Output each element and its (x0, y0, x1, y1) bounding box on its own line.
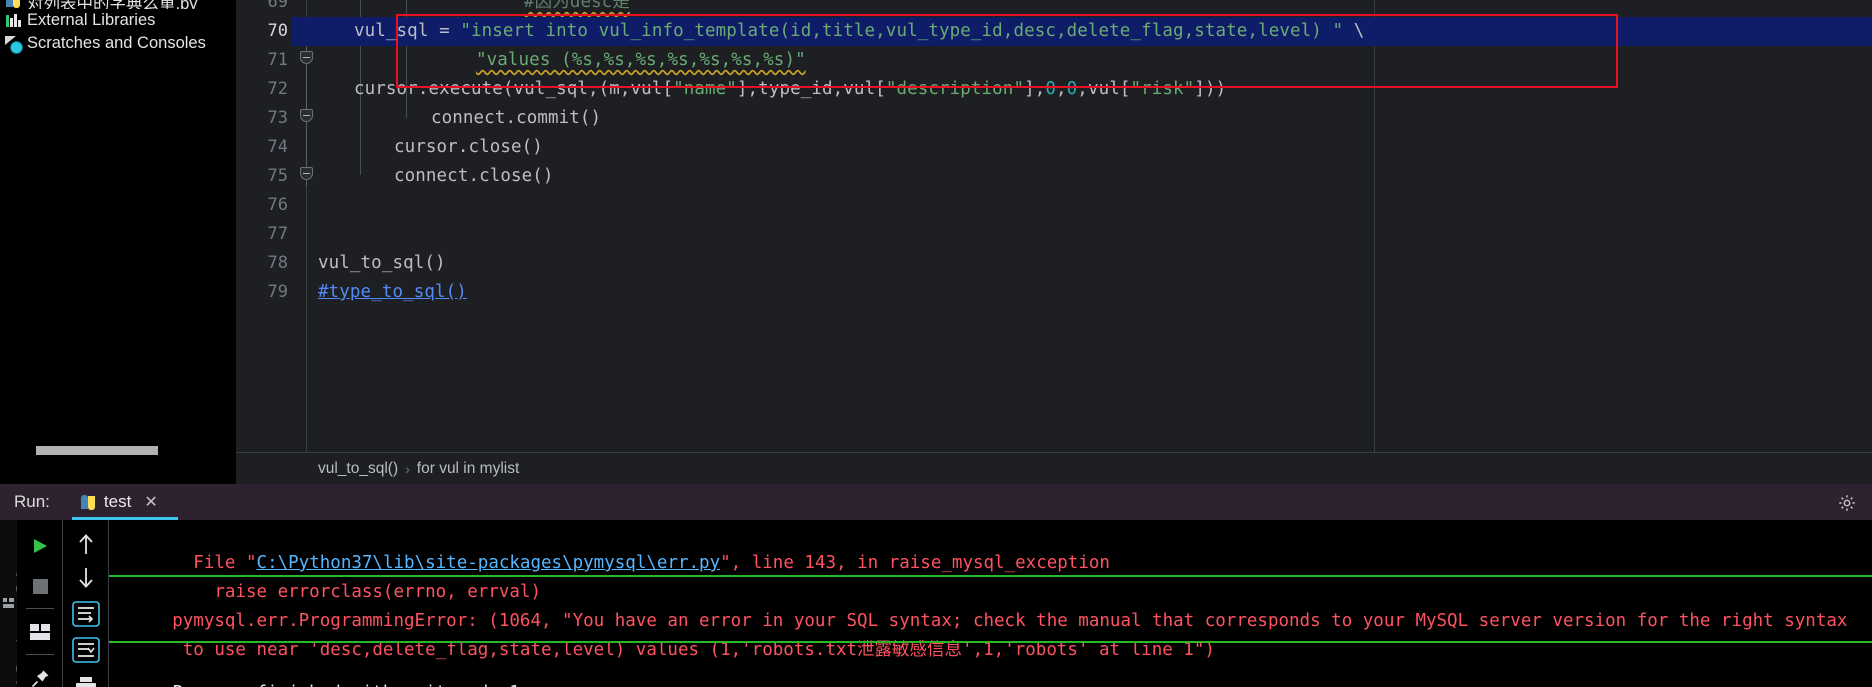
sidebar-item-label: 对列表中的字典么重.py (27, 0, 198, 9)
code-number: 0 (1045, 79, 1057, 99)
line-number: 77 (267, 224, 288, 244)
line-number: 70 (267, 21, 288, 41)
close-icon[interactable]: ✕ (144, 492, 157, 512)
sidebar-item-external-libraries[interactable]: External Libraries (0, 9, 155, 32)
line-number: 72 (267, 79, 288, 99)
breadcrumb-separator-icon: › (405, 460, 410, 477)
code-text: , (1056, 79, 1067, 99)
library-icon (5, 12, 22, 29)
console-quote: " (245, 553, 257, 573)
soft-wrap-icon[interactable] (63, 594, 109, 634)
console-line-file: File "C:\Python37\lib\site-packages\pymy… (109, 520, 1872, 573)
console-raise-text: raise errorclass(errno, errval) (172, 582, 541, 602)
layout-button[interactable] (17, 612, 63, 652)
sidebar-item-label: Scratches and Consoles (27, 34, 206, 52)
python-icon (80, 494, 97, 511)
breadcrumb[interactable]: vul_to_sql() › for vul in mylist (236, 452, 1872, 484)
python-file-icon (5, 0, 22, 9)
gear-icon[interactable] (1838, 494, 1856, 512)
toolbar-divider (26, 608, 54, 609)
line-number: 73 (267, 108, 288, 128)
code-comment: #因为desc是 (524, 0, 630, 12)
console-error-text: to use near 'desc,delete_flag,state,leve… (172, 640, 1215, 660)
run-tab-test[interactable]: test ✕ (71, 484, 178, 520)
editor-line[interactable]: 71 "values (%s,%s,%s,%s,%s,%s,%s)" (236, 46, 1872, 75)
arrow-down-icon[interactable] (63, 558, 109, 598)
code-string: "name" (673, 79, 737, 99)
code-line-continuation: \ (1343, 21, 1365, 41)
code-identifier: vul_sql (354, 21, 429, 41)
sidebar-item-label: External Libraries (27, 11, 156, 29)
run-tool-window-header: Run: test ✕ (0, 484, 1872, 520)
code-text: ],type_id,vul[ (736, 79, 886, 99)
editor-line[interactable]: 74 cursor.close() (236, 133, 1872, 162)
code-number: 0 (1066, 79, 1078, 99)
run-label: Run: (14, 492, 50, 511)
run-toolbar-secondary (63, 520, 109, 687)
scroll-end-icon[interactable] (63, 630, 109, 670)
editor-line-active[interactable]: 70 vul_sql = "insert into vul_info_templ… (236, 17, 1872, 46)
code-text: connect.commit() (431, 108, 602, 128)
scratches-icon (5, 35, 23, 54)
console-file-prefix: File (172, 553, 246, 573)
line-number: 75 (267, 166, 288, 186)
line-number: 78 (267, 253, 288, 273)
editor-line[interactable]: 78 vul_to_sql() (236, 249, 1872, 278)
code-text: vul_to_sql() (318, 253, 446, 273)
code-string: "risk" (1130, 79, 1195, 99)
code-call: cursor.execute(vul_sql,(m,vul[ (354, 79, 674, 99)
editor-line[interactable]: 76 (236, 191, 1872, 220)
code-text: vul[ (1087, 79, 1131, 99)
sidebar-horizontal-scrollbar[interactable] (36, 446, 158, 455)
console-finished-text: Process finished with exit code 1 (172, 683, 520, 687)
code-text: ])) (1194, 79, 1227, 99)
editor-line[interactable]: 75 connect.close() (236, 162, 1872, 191)
editor-lines: 69 #因为desc是 70 vul_sql = "insert into vu… (236, 0, 1872, 452)
toolbar-divider (26, 654, 54, 655)
code-text: ], (1024, 79, 1046, 99)
rerun-button[interactable] (17, 526, 63, 566)
breadcrumb-item-loop[interactable]: for vul in mylist (417, 460, 520, 478)
left-tool-strip: 7: Structure 2: Favorites (0, 520, 28, 687)
line-number: 71 (267, 50, 288, 70)
code-text: cursor.close() (394, 137, 543, 157)
console-error-text: pymysql.err.ProgrammingError: (1064, "Yo… (172, 611, 1848, 631)
line-number: 76 (267, 195, 288, 215)
structure-icon[interactable] (3, 598, 14, 609)
code-editor[interactable]: 69 #因为desc是 70 vul_sql = "insert into vu… (236, 0, 1872, 452)
printer-icon[interactable] (63, 666, 109, 687)
sidebar-item-python-file[interactable]: 对列表中的字典么重.py (0, 0, 198, 9)
sidebar-item-scratches-and-consoles[interactable]: Scratches and Consoles (0, 32, 206, 55)
code-comment-link[interactable]: #type_to_sql() (318, 282, 467, 302)
console-output[interactable]: File "C:\Python37\lib\site-packages\pymy… (109, 520, 1872, 687)
run-toolbar-primary (17, 520, 63, 687)
breadcrumb-item-function[interactable]: vul_to_sql() (318, 460, 398, 478)
line-number: 69 (267, 0, 288, 12)
console-file-suffix: ", line 143, in raise_mysql_exception (720, 553, 1110, 573)
editor-line[interactable]: 73 connect.commit() (236, 104, 1872, 133)
pycharm-window: 对列表中的字典么重.py External Libraries Scratche… (0, 0, 1872, 687)
code-operator: = (428, 21, 461, 41)
code-string: "description" (885, 79, 1025, 99)
editor-line[interactable]: 77 (236, 220, 1872, 249)
editor-line[interactable]: 69 #因为desc是 (236, 0, 1872, 17)
code-text: connect.close() (394, 166, 554, 186)
line-number: 79 (267, 282, 288, 302)
stop-button[interactable] (17, 566, 63, 606)
code-string: "insert into vul_info_template(id,title,… (460, 21, 1344, 41)
code-string: "values (%s,%s,%s,%s,%s,%s,%s)" (476, 50, 806, 70)
editor-line[interactable]: 72 cursor.execute(vul_sql,(m,vul["name"]… (236, 75, 1872, 104)
project-sidebar[interactable]: 对列表中的字典么重.py External Libraries Scratche… (0, 0, 236, 466)
code-text: , (1077, 79, 1088, 99)
line-number: 74 (267, 137, 288, 157)
pin-icon[interactable] (17, 658, 63, 687)
editor-line[interactable]: 79 #type_to_sql() (236, 278, 1872, 307)
run-tab-label: test (103, 492, 132, 511)
console-file-path-link[interactable]: C:\Python37\lib\site-packages\pymysql\er… (257, 553, 721, 573)
